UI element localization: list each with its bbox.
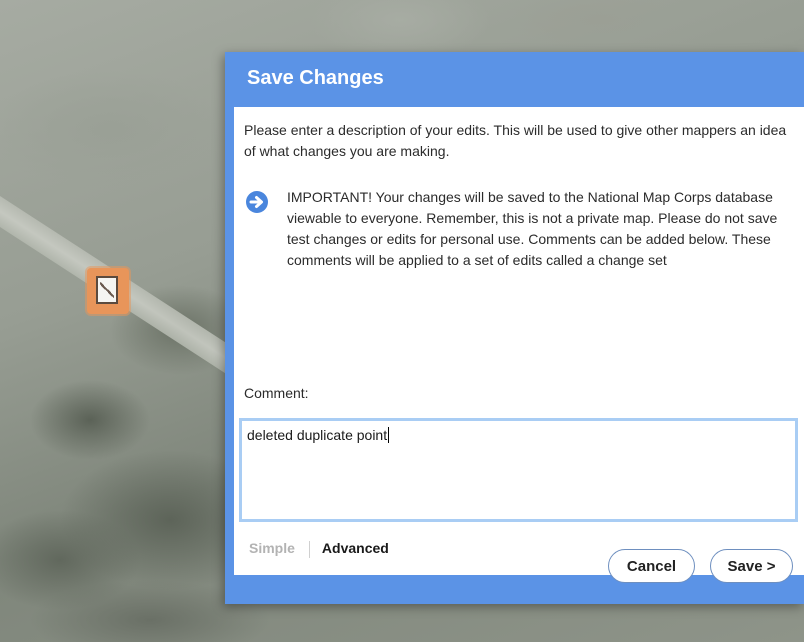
- cancel-button[interactable]: Cancel: [608, 549, 695, 583]
- mode-advanced-link[interactable]: Advanced: [322, 540, 389, 556]
- mode-switch: Simple Advanced: [249, 540, 389, 558]
- building-poi-icon[interactable]: [87, 268, 129, 314]
- text-caret: [388, 427, 390, 443]
- save-changes-dialog: Save Changes Please enter a description …: [225, 52, 804, 604]
- dialog-title: Save Changes: [247, 67, 384, 89]
- save-button[interactable]: Save >: [710, 549, 793, 583]
- mode-simple-link[interactable]: Simple: [249, 540, 295, 556]
- mode-divider: [308, 540, 310, 558]
- comment-label: Comment:: [244, 385, 309, 401]
- poi-symbol: [96, 276, 118, 304]
- intro-text: Please enter a description of your edits…: [244, 122, 787, 159]
- comment-text: deleted duplicate point: [247, 427, 388, 443]
- important-notice: IMPORTANT! Your changes will be saved to…: [287, 189, 778, 268]
- comment-textarea[interactable]: deleted duplicate point: [239, 418, 798, 522]
- dialog-body: Please enter a description of your edits…: [234, 107, 804, 575]
- arrow-right-circle-icon: [246, 191, 268, 213]
